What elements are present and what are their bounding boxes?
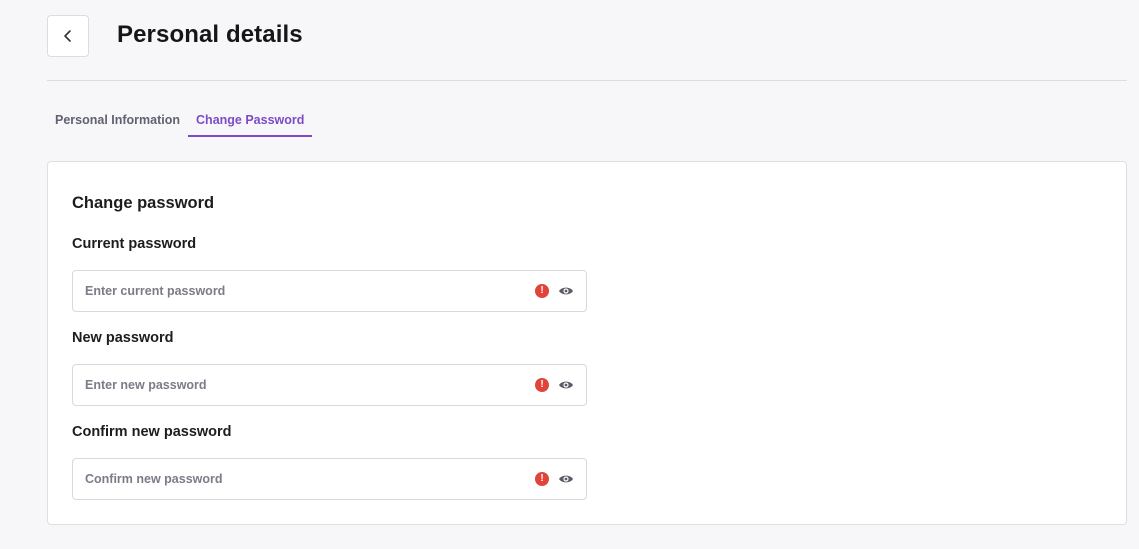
error-icon: ! [535,472,549,486]
error-icon: ! [535,378,549,392]
new-password-label: New password [72,330,174,346]
card-title: Change password [72,194,215,212]
page-title: Personal details [117,21,303,48]
confirm-password-input[interactable] [73,459,513,499]
eye-icon[interactable] [558,472,574,486]
error-icon: ! [535,284,549,298]
tab-change-password[interactable]: Change Password [188,104,313,137]
back-button[interactable] [47,15,89,57]
eye-icon[interactable] [558,378,574,392]
tab-bar: Personal Information Change Password [47,104,313,138]
confirm-password-label: Confirm new password [72,424,232,440]
confirm-password-field-box: ! [72,458,587,500]
new-password-input[interactable] [73,365,513,405]
current-password-field-box: ! [72,270,587,312]
current-password-input[interactable] [73,271,513,311]
current-password-label: Current password [72,236,197,252]
change-password-card: Change password Current password ! New p… [47,161,1127,525]
tab-personal-information[interactable]: Personal Information [47,104,188,137]
page-header: Personal details [47,15,1127,81]
chevron-left-icon [64,30,71,42]
eye-icon[interactable] [558,284,574,298]
new-password-field-box: ! [72,364,587,406]
